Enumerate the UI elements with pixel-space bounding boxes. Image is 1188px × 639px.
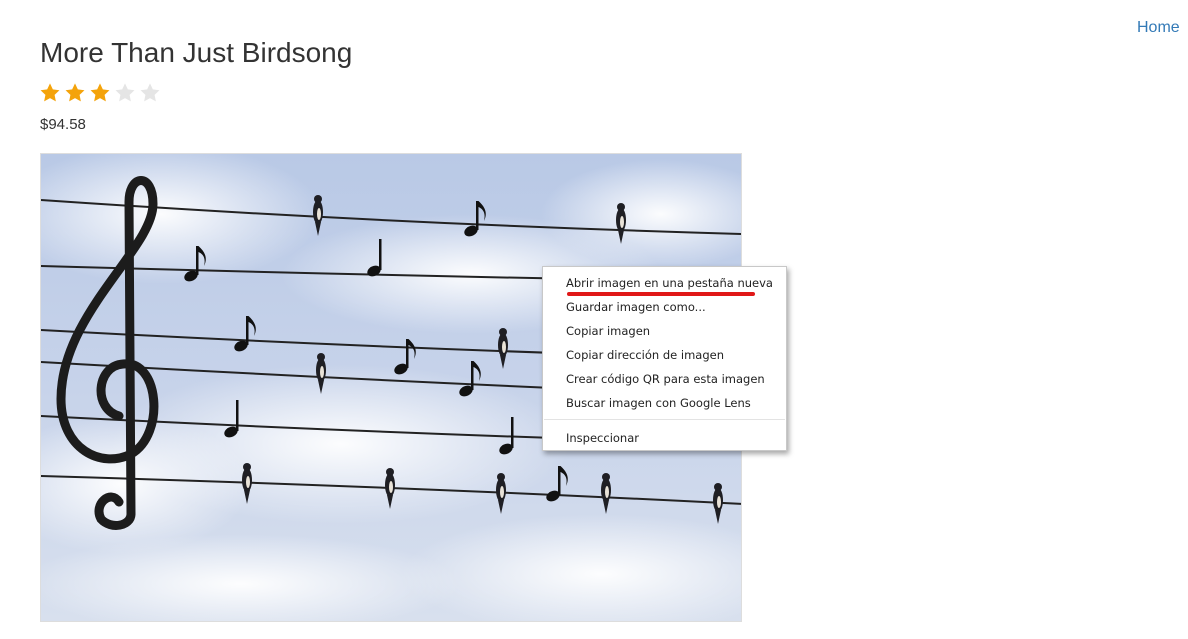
product-price: $94.58 (40, 116, 86, 133)
menu-item-copy-image[interactable]: Copiar imagen (566, 321, 650, 341)
menu-item-inspect[interactable]: Inspeccionar (566, 428, 639, 448)
red-underline-annotation (567, 292, 755, 296)
menu-item-search-google-lens[interactable]: Buscar imagen con Google Lens (566, 393, 751, 413)
menu-item-open-image-new-tab[interactable]: Abrir imagen en una pestaña nueva (566, 273, 773, 293)
star-icon (40, 83, 60, 102)
star-icon (140, 83, 160, 102)
menu-item-save-image-as[interactable]: Guardar imagen como... (566, 297, 706, 317)
menu-item-copy-image-address[interactable]: Copiar dirección de imagen (566, 345, 724, 365)
home-link[interactable]: Home (1137, 19, 1180, 37)
menu-separator (544, 419, 785, 420)
menu-item-create-qr-code[interactable]: Crear código QR para esta imagen (566, 369, 765, 389)
star-rating (39, 82, 161, 104)
context-menu: Abrir imagen en una pestaña nueva Guarda… (542, 266, 787, 451)
star-icon (115, 83, 135, 102)
product-title: More Than Just Birdsong (40, 37, 353, 68)
star-icon (65, 83, 85, 102)
star-icon (90, 83, 110, 102)
